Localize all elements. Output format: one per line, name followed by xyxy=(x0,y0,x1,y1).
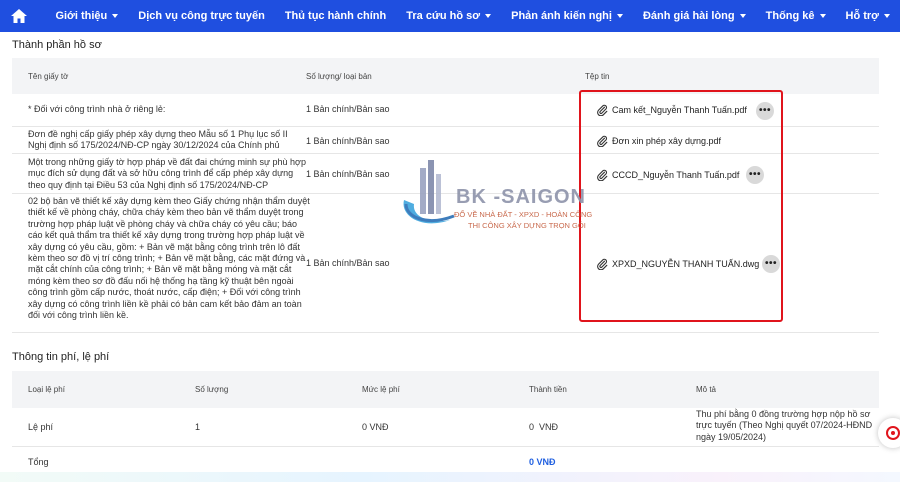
fee-level: 0 VNĐ xyxy=(362,422,389,432)
table-row: Lệ phí 1 0 VNĐ 0 VNĐ Thu phí bằng 0 đồng… xyxy=(12,408,879,447)
nav-label: Thủ tục hành chính xyxy=(284,10,387,22)
nav-thu-tuc-hanh-chinh[interactable]: Thủ tục hành chính xyxy=(275,0,396,32)
header-fee-amount: Thành tiền xyxy=(529,385,567,394)
nav-label: Hỗ trợ xyxy=(845,10,879,22)
watermark-line2: THI CÔNG XÂY DỰNG TRỌN GÓI xyxy=(468,221,586,230)
header-fee-type: Loại lệ phí xyxy=(28,385,65,394)
home-icon xyxy=(10,9,27,23)
header-fee-description: Mô tả xyxy=(696,385,717,394)
document-name: Một trong những giấy tờ hợp pháp về đất … xyxy=(28,157,306,190)
document-quantity: 1 Bản chính/Bản sao xyxy=(306,258,390,268)
building-logo-icon xyxy=(403,160,455,224)
header-fee-count: Số lượng xyxy=(195,385,229,394)
nav-thong-ke[interactable]: Thống kê xyxy=(756,0,836,32)
chevron-down-icon xyxy=(819,14,826,18)
document-quantity: 1 Bản chính/Bản sao xyxy=(306,104,390,114)
document-quantity: 1 Bản chính/Bản sao xyxy=(306,169,390,179)
total-label: Tổng xyxy=(28,457,49,467)
chevron-down-icon xyxy=(616,14,623,18)
nav-phan-anh-kien-nghi[interactable]: Phản ánh kiến nghị xyxy=(501,0,633,32)
watermark-title: BK -SAIGON xyxy=(456,186,586,208)
chevron-down-icon xyxy=(884,14,890,18)
top-navigation: Giới thiệu Dịch vụ công trực tuyến Thủ t… xyxy=(0,0,900,32)
nav-gioi-thieu[interactable]: Giới thiệu xyxy=(45,0,128,32)
fee-type: Lệ phí xyxy=(28,422,54,432)
nav-danh-gia-hai-long[interactable]: Đánh giá hài lòng xyxy=(633,0,756,32)
watermark-logo: BK -SAIGON ĐỔ VỀ NHÀ ĐẤT - XPXD - HOÀN C… xyxy=(398,158,638,238)
header-quantity: Số lượng/ loại bản xyxy=(306,72,372,81)
nav-label: Giới thiệu xyxy=(55,10,108,22)
nav-label: Đánh giá hài lòng xyxy=(642,10,735,22)
header-document-name: Tên giấy tờ xyxy=(28,72,69,81)
document-quantity: 1 Bản chính/Bản sao xyxy=(306,136,390,146)
fees-section-title: Thông tin phí, lệ phí xyxy=(12,351,110,363)
fee-description: Thu phí bằng 0 đồng trường hợp nộp hồ sơ… xyxy=(696,409,873,442)
nav-label: Dịch vụ công trực tuyến xyxy=(138,10,265,22)
fee-count: 1 xyxy=(195,422,201,432)
fee-amount: 0 VNĐ xyxy=(529,422,559,432)
nav-ho-tro[interactable]: Hỗ trợ xyxy=(836,0,900,32)
documents-section-title: Thành phần hồ sơ xyxy=(12,39,102,51)
fees-table: Loại lệ phí Số lượng Mức lệ phí Thành ti… xyxy=(12,371,879,467)
document-name: 02 bộ bản vẽ thiết kế xây dựng kèm theo … xyxy=(28,196,310,321)
total-value: 0 VNĐ xyxy=(529,457,556,467)
nav-label: Thống kê xyxy=(765,10,815,22)
table-row-total: Tổng 0 VNĐ xyxy=(12,447,879,471)
chevron-down-icon xyxy=(739,14,746,18)
chevron-down-icon xyxy=(112,14,119,18)
support-icon xyxy=(886,426,900,440)
chevron-down-icon xyxy=(485,14,492,18)
bottom-strip xyxy=(0,472,900,482)
nav-dich-vu-cong[interactable]: Dịch vụ công trực tuyến xyxy=(128,0,275,32)
header-files: Tệp tin xyxy=(585,72,610,81)
floating-support-button[interactable] xyxy=(878,418,900,448)
document-name: Đơn đề nghị cấp giấy phép xây dựng theo … xyxy=(28,129,288,151)
nav-tra-cuu-ho-so[interactable]: Tra cứu hồ sơ xyxy=(396,0,501,32)
fees-table-header: Loại lệ phí Số lượng Mức lệ phí Thành ti… xyxy=(12,371,879,408)
header-fee-level: Mức lệ phí xyxy=(362,385,400,394)
documents-table-header: Tên giấy tờ Số lượng/ loại bản Tệp tin xyxy=(12,58,879,94)
nav-label: Phản ánh kiến nghị xyxy=(511,10,612,22)
document-name: * Đối với công trình nhà ở riêng lẻ: xyxy=(28,104,166,114)
home-button[interactable] xyxy=(0,0,37,32)
nav-label: Tra cứu hồ sơ xyxy=(406,10,481,22)
watermark-line1: ĐỔ VỀ NHÀ ĐẤT - XPXD - HOÀN CÔNG xyxy=(454,210,593,219)
